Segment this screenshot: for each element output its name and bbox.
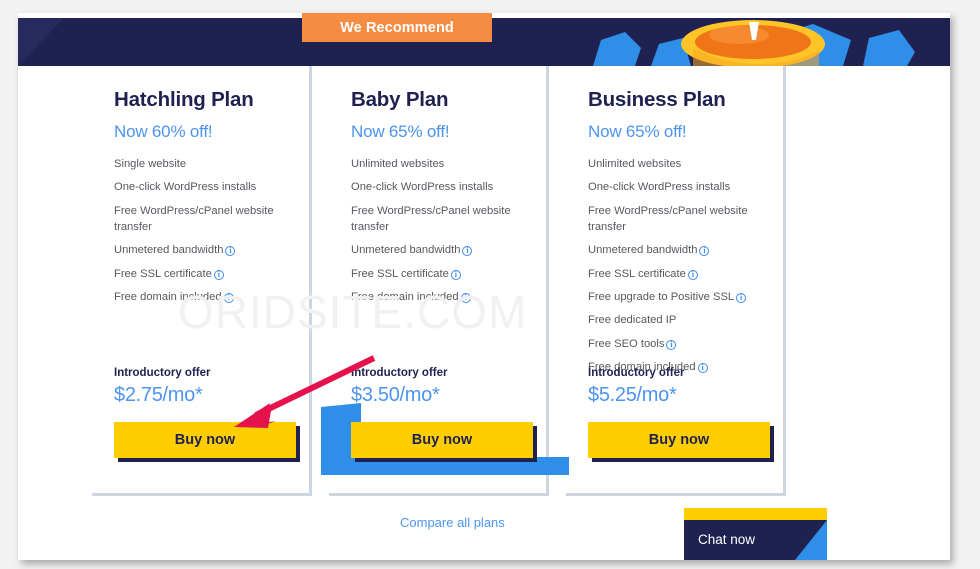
plan-title: Baby Plan [351, 88, 449, 111]
price-block: Introductory offer $2.75/mo* [114, 367, 294, 407]
plan-title: Hatchling Plan [114, 88, 254, 111]
feature-item: One-click WordPress installs [588, 180, 760, 196]
info-icon[interactable]: i [736, 292, 747, 303]
buy-now-button[interactable]: Buy now [114, 422, 296, 458]
feature-text: Unmetered bandwidth [588, 244, 698, 257]
feature-item: Unmetered bandwidth i [588, 243, 760, 259]
watermark: ORIDSITE.COM [178, 286, 528, 338]
feature-text: One-click WordPress installs [588, 181, 731, 194]
feature-text: Free WordPress/cPanel website transfer [114, 204, 274, 233]
feature-item: Free dedicated IP [588, 313, 760, 329]
plan-discount: Now 60% off! [114, 122, 213, 141]
feature-item: Single website [114, 157, 286, 173]
feature-list: Unlimited websites One-click WordPress i… [351, 157, 524, 306]
feature-text: Free SSL certificate [114, 267, 212, 280]
buy-now-button[interactable]: Buy now [588, 422, 770, 458]
buy-now-wrapper: Buy now [588, 422, 774, 462]
info-icon[interactable]: i [699, 246, 710, 257]
intro-offer-label: Introductory offer [588, 367, 685, 379]
feature-text: Free dedicated IP [588, 314, 677, 327]
info-icon[interactable]: i [225, 246, 236, 257]
feature-item: Free SSL certificate i [351, 267, 523, 283]
info-icon[interactable]: i [213, 269, 224, 280]
feature-text: Unlimited websites [351, 158, 445, 170]
plan-discount: Now 65% off! [351, 122, 450, 141]
feature-text: Free upgrade to Positive SSL [588, 290, 735, 303]
chat-now-widget[interactable]: Chat now [684, 508, 827, 560]
recommend-badge: We Recommend [302, 13, 492, 42]
feature-item: Free SEO tools i [588, 337, 760, 353]
chat-corner-triangle-icon [795, 520, 827, 560]
feature-item: Free upgrade to Positive SSL i [588, 290, 760, 306]
info-icon[interactable]: i [450, 269, 461, 280]
feature-text: One-click WordPress installs [351, 181, 494, 194]
feature-item: Unmetered bandwidth i [114, 243, 286, 259]
feature-item: One-click WordPress installs [351, 180, 523, 196]
feature-item: Unmetered bandwidth i [351, 243, 523, 259]
screenshot-frame: ORIDSITE.COM We Recommend Hatchling Plan… [0, 0, 980, 569]
price-value: $2.75/mo* [114, 384, 203, 406]
plan-card-hatchling[interactable]: Hatchling Plan Now 60% off! Single websi… [92, 66, 312, 496]
feature-item: Free SSL certificate i [588, 267, 760, 283]
feature-text: Free SEO tools [588, 337, 665, 350]
page-surface: ORIDSITE.COM We Recommend Hatchling Plan… [18, 13, 950, 560]
price-value: $5.25/mo* [588, 384, 677, 406]
feature-text: Single website [114, 158, 187, 170]
plan-card-business[interactable]: Business Plan Now 65% off! Unlimited web… [566, 66, 786, 496]
buy-now-wrapper: Buy now [114, 422, 300, 462]
info-icon[interactable]: i [687, 269, 698, 280]
plan-title: Business Plan [588, 88, 726, 111]
feature-item: Free WordPress/cPanel website transfer [351, 204, 523, 236]
intro-offer-label: Introductory offer [114, 367, 211, 379]
feature-item: Free WordPress/cPanel website transfer [114, 204, 286, 236]
feature-item: One-click WordPress installs [114, 180, 286, 196]
plan-discount: Now 65% off! [588, 122, 687, 141]
feature-item: Free SSL certificate i [114, 267, 286, 283]
intro-offer-label: Introductory offer [351, 367, 448, 379]
compare-all-plans-link[interactable]: Compare all plans [400, 515, 505, 530]
feature-text: Unmetered bandwidth [114, 244, 224, 257]
feature-list: Single website One-click WordPress insta… [114, 157, 287, 306]
feature-item: Unlimited websites [351, 157, 523, 173]
hero-corner-accent [18, 18, 64, 66]
price-block: Introductory offer $5.25/mo* [588, 367, 768, 407]
plan-card-baby[interactable]: Baby Plan Now 65% off! Unlimited website… [321, 66, 569, 496]
feature-text: Free SSL certificate [588, 267, 686, 280]
price-block: Introductory offer $3.50/mo* [351, 367, 531, 407]
feature-item: Free WordPress/cPanel website transfer [588, 204, 760, 236]
buy-now-button[interactable]: Buy now [351, 422, 533, 458]
feature-text: One-click WordPress installs [114, 181, 257, 194]
feature-text: Unmetered bandwidth [351, 244, 461, 257]
feature-item: Unlimited websites [588, 157, 760, 173]
feature-text: Free SSL certificate [351, 267, 449, 280]
info-icon[interactable]: i [462, 246, 473, 257]
feature-text: Unlimited websites [588, 158, 682, 170]
pricing-cards-row: Hatchling Plan Now 60% off! Single websi… [92, 53, 840, 496]
chat-top-bar [684, 508, 827, 520]
chat-now-label: Chat now [698, 532, 756, 547]
feature-text: Free WordPress/cPanel website transfer [351, 204, 511, 233]
feature-text: Free WordPress/cPanel website transfer [588, 204, 748, 233]
feature-list: Unlimited websites One-click WordPress i… [588, 157, 761, 376]
buy-now-wrapper: Buy now [351, 422, 537, 462]
info-icon[interactable]: i [666, 339, 677, 350]
